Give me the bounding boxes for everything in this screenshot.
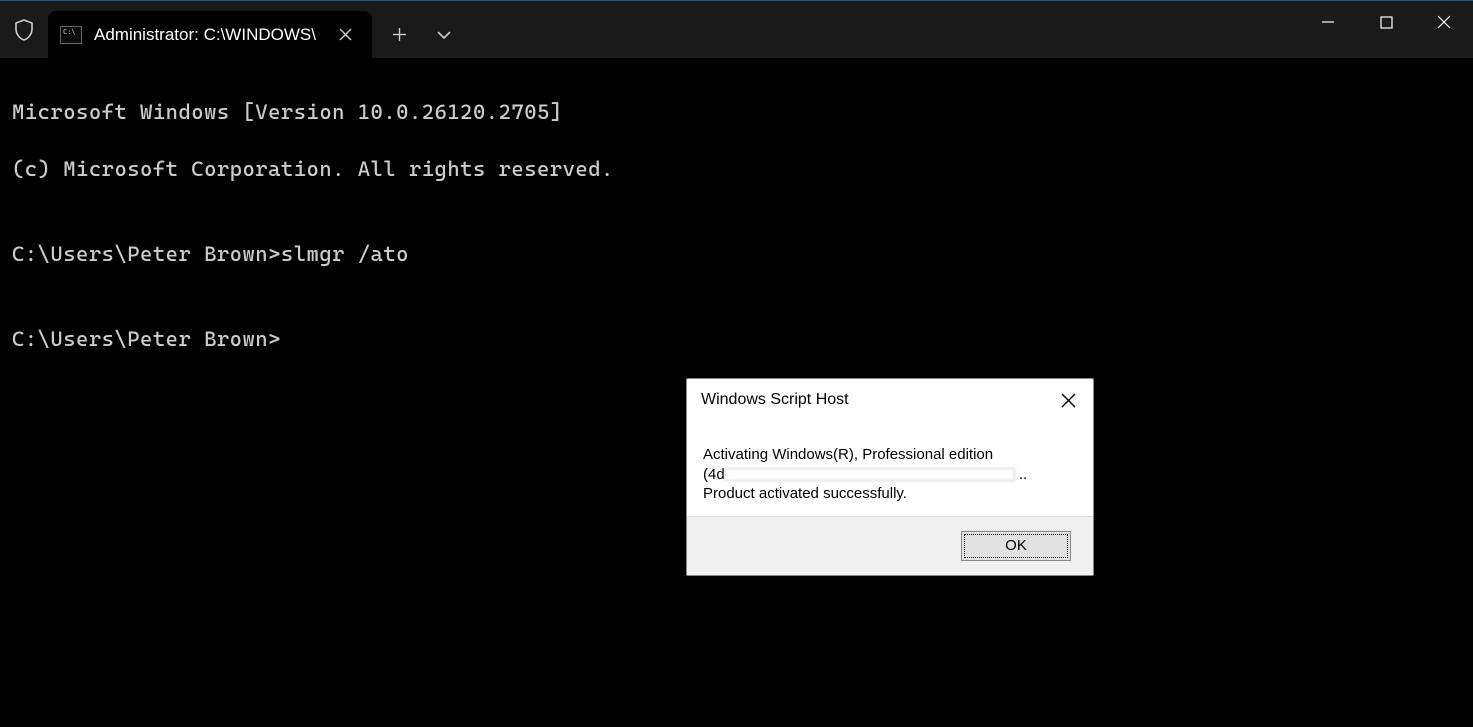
terminal-output[interactable]: Microsoft Windows [Version 10.0.26120.27…	[0, 58, 1473, 394]
terminal-icon: C:\	[60, 26, 82, 44]
terminal-line: (c) Microsoft Corporation. All rights re…	[12, 155, 1461, 183]
window-titlebar: C:\ Administrator: C:\WINDOWS\	[0, 0, 1473, 58]
window-close-button[interactable]	[1415, 1, 1473, 43]
dialog-titlebar[interactable]: Windows Script Host	[687, 379, 1093, 421]
ok-button[interactable]: OK	[961, 531, 1071, 561]
dialog-message-line: (4d ..	[703, 465, 1077, 485]
dialog-footer: OK	[687, 516, 1093, 575]
terminal-line: C:\Users\Peter Brown>slmgr /ato	[12, 240, 1461, 268]
tab-dropdown-button[interactable]	[422, 11, 466, 59]
terminal-prompt: C:\Users\Peter Brown>	[12, 325, 1461, 353]
terminal-tab[interactable]: C:\ Administrator: C:\WINDOWS\	[48, 11, 372, 59]
minimize-button[interactable]	[1299, 1, 1357, 43]
titlebar-left: C:\ Administrator: C:\WINDOWS\	[0, 1, 466, 58]
terminal-line: Microsoft Windows [Version 10.0.26120.27…	[12, 98, 1461, 126]
dialog-close-button[interactable]	[1043, 379, 1093, 421]
dialog-title: Windows Script Host	[701, 391, 849, 409]
dialog-message-line: Activating Windows(R), Professional edit…	[703, 445, 1077, 465]
tab-close-button[interactable]	[334, 23, 358, 47]
redacted-product-id	[725, 468, 1015, 481]
maximize-button[interactable]	[1357, 1, 1415, 43]
window-controls	[1299, 1, 1473, 43]
tab-title: Administrator: C:\WINDOWS\	[94, 25, 316, 45]
shield-icon	[0, 1, 48, 58]
dialog-message-line: Product activated successfully.	[703, 484, 1077, 504]
script-host-dialog: Windows Script Host Activating Windows(R…	[686, 378, 1094, 576]
new-tab-button[interactable]	[378, 11, 422, 59]
dialog-body: Activating Windows(R), Professional edit…	[687, 421, 1093, 516]
